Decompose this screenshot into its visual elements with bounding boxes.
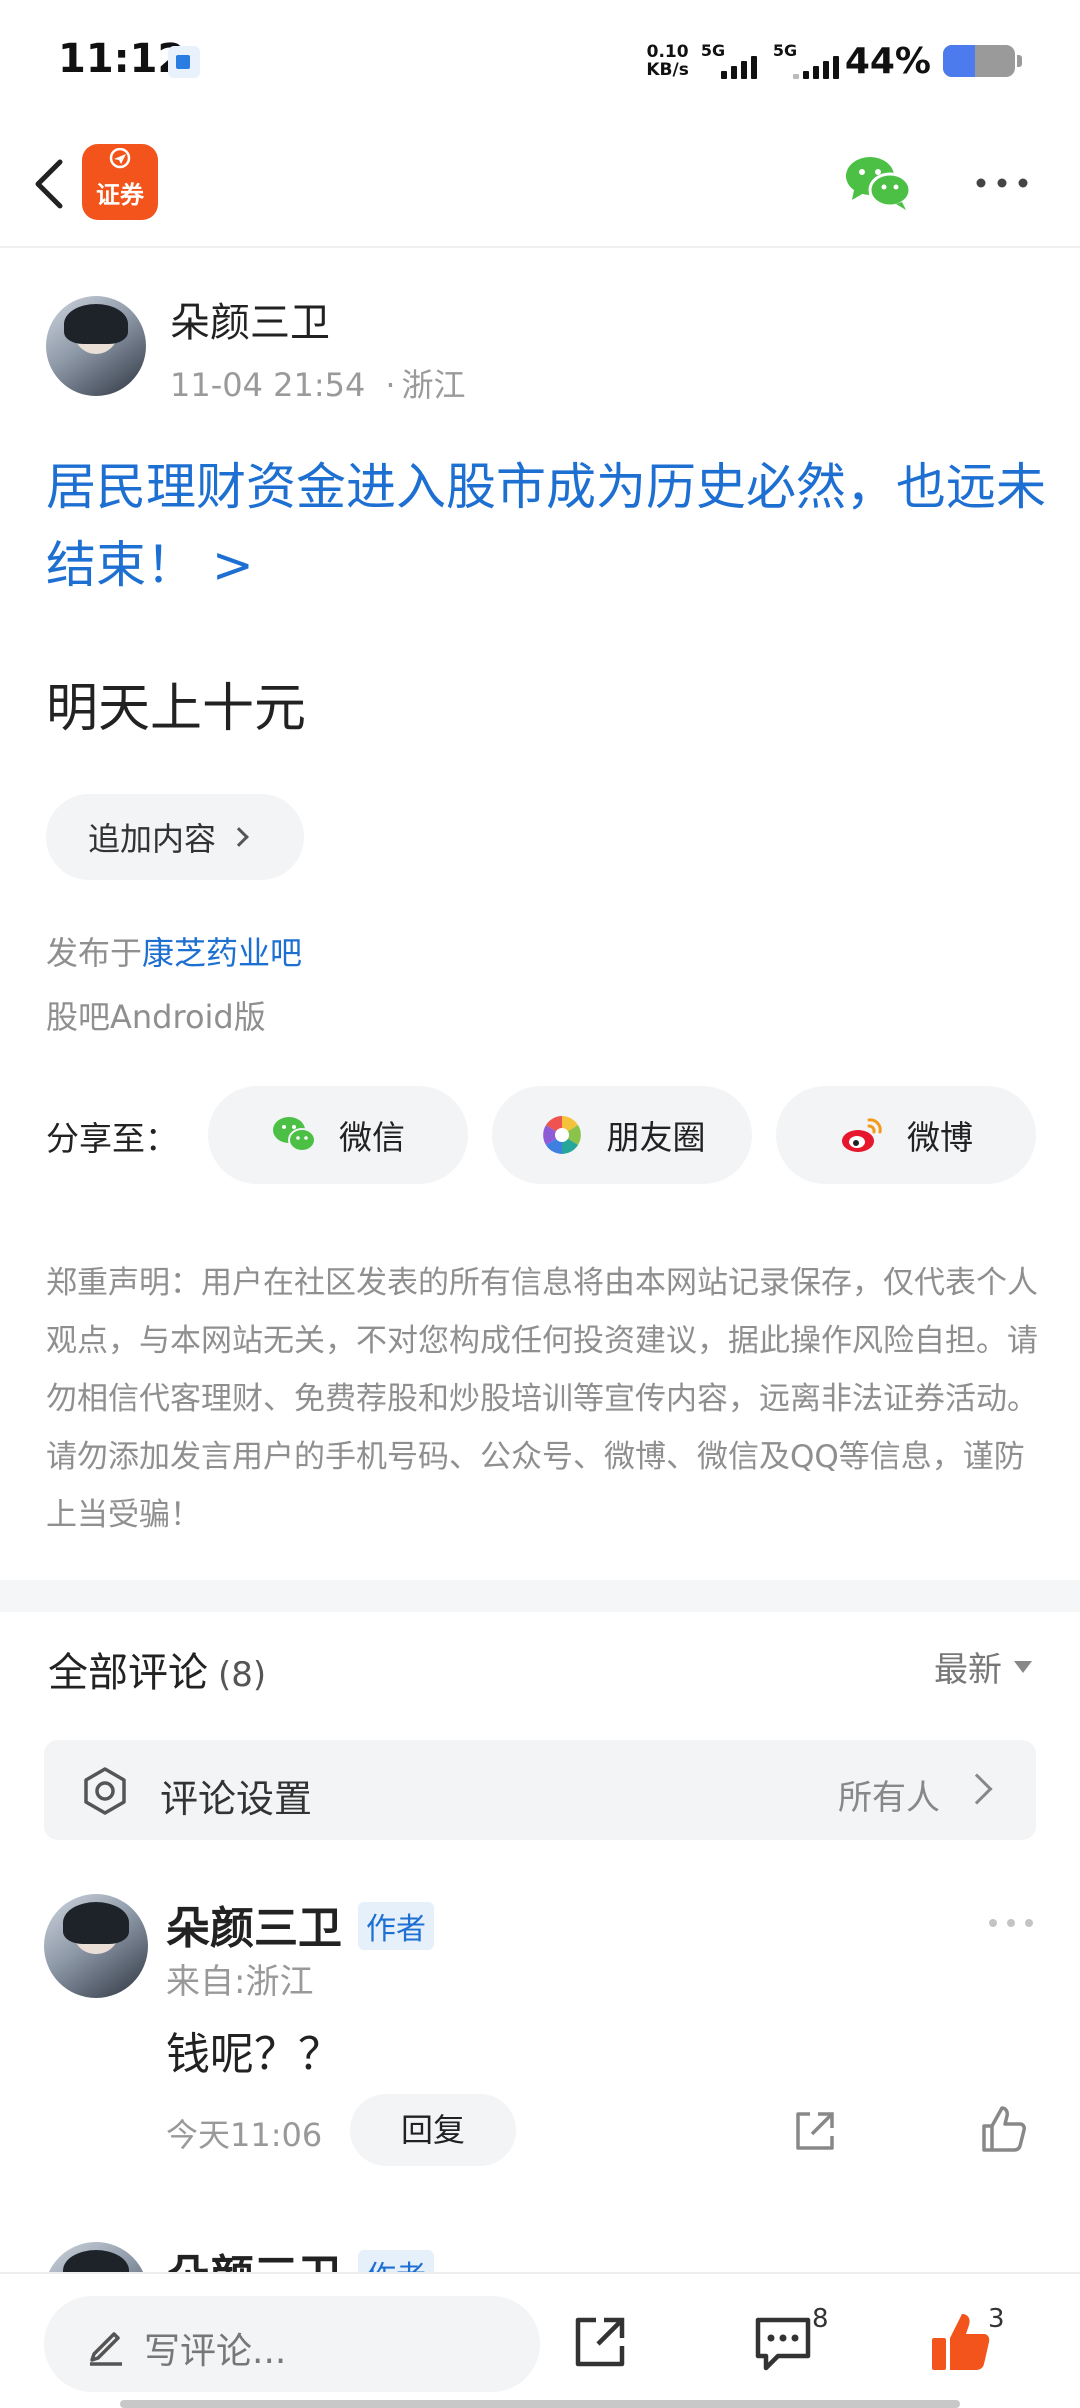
chevron-right-icon bbox=[229, 827, 249, 847]
share-icon[interactable] bbox=[790, 2108, 838, 2156]
post-title-link[interactable]: 居民理财资金进入股市成为历史必然，也远未结束！ > bbox=[46, 448, 1046, 604]
sort-dropdown[interactable]: 最新 bbox=[934, 1642, 1032, 1691]
comment-author-name[interactable]: 朵颜三卫 bbox=[166, 1892, 342, 1956]
share-weibo-label: 微博 bbox=[907, 1118, 973, 1157]
share-weibo-button[interactable]: 微博 bbox=[776, 1086, 1036, 1184]
author-badge: 作者 bbox=[358, 2250, 434, 2272]
nav-bar: 证券 bbox=[0, 124, 1080, 248]
disclaimer-text: 郑重声明：用户在社区发表的所有信息将由本网站记录保存，仅代表个人观点，与本网站无… bbox=[46, 1265, 1038, 1533]
home-indicator[interactable] bbox=[120, 2400, 960, 2408]
published-prefix: 发布于 bbox=[46, 934, 143, 972]
bottom-action-bar: 写评论... 8 3 bbox=[0, 2272, 1080, 2408]
wechat-icon bbox=[273, 1117, 316, 1152]
likes-count-badge: 3 bbox=[988, 2304, 1005, 2334]
post-meta: 11-04 21:54 · 浙江 bbox=[170, 366, 466, 404]
author-badge: 作者 bbox=[358, 1902, 434, 1950]
notification-app-icon bbox=[168, 46, 200, 78]
comment-settings-row[interactable]: 评论设置 所有人 bbox=[44, 1740, 1036, 1840]
status-time: 11:12 bbox=[58, 36, 186, 82]
post-body: 明天上十元 bbox=[46, 679, 307, 739]
status-bar: 11:12 0.10 KB/s 5G 5G 44% bbox=[0, 0, 1080, 124]
published-in: 发布于康芝药业吧 bbox=[46, 928, 302, 974]
share-moments-label: 朋友圈 bbox=[606, 1118, 706, 1157]
comment-item: 朵颜三卫 作者 来自:浙江 钱呢？？ 今天11:06 回复 bbox=[0, 1892, 1080, 2192]
logo-text: 证券 bbox=[96, 181, 144, 209]
network-speed-unit: KB/s bbox=[646, 60, 689, 80]
author-avatar[interactable] bbox=[46, 296, 146, 396]
share-moments-button[interactable]: 朋友圈 bbox=[492, 1086, 752, 1184]
caret-down-icon bbox=[1014, 1660, 1032, 1673]
comment-text: 钱呢？？ bbox=[166, 2029, 342, 2080]
write-comment-input[interactable]: 写评论... bbox=[44, 2296, 540, 2392]
comment-settings-label: 评论设置 bbox=[160, 1777, 313, 1821]
comment-bubble-icon[interactable] bbox=[752, 2314, 814, 2372]
more-icon[interactable] bbox=[974, 176, 1030, 190]
comment-settings-value: 所有人 bbox=[838, 1778, 940, 1818]
reply-button[interactable]: 回复 bbox=[350, 2094, 516, 2166]
comments-title: 全部评论 bbox=[48, 1650, 208, 1696]
comment-avatar[interactable] bbox=[44, 2242, 148, 2272]
weibo-icon bbox=[842, 1118, 882, 1152]
comment-location: 来自:浙江 bbox=[166, 1962, 314, 2002]
comment-item: 朵颜三卫 作者 bbox=[0, 2236, 1080, 2272]
battery-icon bbox=[943, 45, 1015, 77]
share-label: 分享至： bbox=[46, 1119, 178, 1158]
stock-bar-link[interactable]: 康芝药业吧 bbox=[142, 934, 302, 972]
comment-author-name[interactable]: 朵颜三卫 bbox=[166, 2240, 342, 2272]
chevron-right-icon bbox=[961, 1773, 993, 1805]
comments-header: 全部评论 (8) bbox=[48, 1640, 266, 1698]
post-author-name[interactable]: 朵颜三卫 bbox=[170, 290, 330, 348]
post-platform: 股吧Android版 bbox=[46, 998, 266, 1036]
write-comment-placeholder: 写评论... bbox=[144, 2331, 287, 2372]
moments-icon bbox=[542, 1116, 581, 1154]
share-wechat-button[interactable]: 微信 bbox=[208, 1086, 468, 1184]
battery-percent: 44% bbox=[844, 40, 931, 82]
battery-tip bbox=[1017, 55, 1022, 67]
post-location: 浙江 bbox=[401, 366, 466, 404]
signal-sim1-icon: 5G bbox=[701, 41, 761, 81]
append-content-button[interactable]: 追加内容 bbox=[46, 794, 304, 880]
network-speed-value: 0.10 bbox=[646, 42, 689, 62]
wechat-icon[interactable] bbox=[844, 154, 912, 212]
section-divider bbox=[0, 1580, 1080, 1612]
thumbs-up-icon[interactable] bbox=[928, 2310, 992, 2374]
share-wechat-label: 微信 bbox=[339, 1118, 405, 1157]
back-arrow-icon[interactable] bbox=[22, 154, 82, 214]
share-icon[interactable] bbox=[570, 2312, 630, 2372]
comment-time: 今天11:06 bbox=[166, 2116, 323, 2154]
comment-more-icon[interactable] bbox=[988, 1918, 1034, 1928]
status-indicators: 0.10 KB/s 5G 5G 44% bbox=[646, 36, 1022, 86]
signal-sim2-icon: 5G bbox=[773, 41, 839, 81]
comments-count: (8) bbox=[218, 1655, 267, 1695]
append-content-label: 追加内容 bbox=[88, 820, 217, 858]
thumbs-up-icon[interactable] bbox=[978, 2104, 1028, 2154]
sort-label: 最新 bbox=[934, 1650, 1002, 1690]
securities-logo[interactable]: 证券 bbox=[82, 144, 158, 220]
comments-count-badge: 8 bbox=[812, 2304, 829, 2334]
pencil-icon bbox=[90, 2332, 122, 2366]
gear-icon bbox=[84, 1767, 126, 1815]
paper-plane-icon bbox=[109, 148, 131, 169]
comment-avatar[interactable] bbox=[44, 1894, 148, 1998]
post-time: 11-04 21:54 bbox=[170, 366, 366, 404]
network-speed: 0.10 KB/s bbox=[646, 43, 688, 79]
